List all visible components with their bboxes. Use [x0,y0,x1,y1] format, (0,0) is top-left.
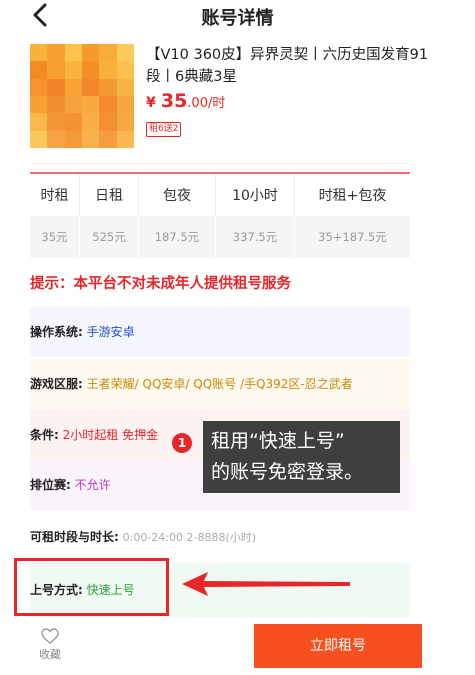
annotation-tooltip: 租用“快速上号” 的账号免密登录。 [203,421,400,493]
top-bar: 账号详情 [0,0,475,36]
rate-value-hourly: 35元 [30,216,80,258]
rate-header-hourly-plus-overnight: 时租+包夜 [294,174,410,216]
rate-header-daily: 日租 [79,174,140,216]
zone-value: 王者荣耀/ QQ安卓/ QQ账号 /手Q392区-忍之武者 [86,377,353,391]
product-summary: 【V10 360皮】异界灵契丨六历史国发育91段丨6典藏3星 ¥ 35.00/时… [30,44,440,156]
favorite-button[interactable]: 收藏 [30,628,70,662]
bottom-action-bar: 收藏 立即租号 [0,622,475,675]
rental-period-value: 0:00-24:00 2-8888(小时) [122,531,257,544]
heart-icon [41,628,59,644]
info-row-zone: 游戏区服: 王者荣耀/ QQ安卓/ QQ账号 /手Q392区-忍之武者 [30,359,410,409]
tooltip-line-1: 租用“快速上号” [211,430,345,452]
rate-value-overnight: 187.5元 [138,216,216,258]
rate-value-10h: 337.5元 [215,216,296,258]
info-row-os: 操作系统: 手游安卓 [30,307,410,357]
rental-period-label: 可租时段与时长: [30,530,119,544]
price-value: 35 [160,90,188,112]
rate-table-header-row: 时租 日租 包夜 10小时 时租+包夜 [30,174,410,216]
divider [30,163,410,164]
rent-now-button[interactable]: 立即租号 [254,624,422,668]
conditions-label: 条件: [30,428,59,442]
conditions-value: 2小时起租 免押金 [62,428,159,442]
promo-tag: 租6送2 [146,122,182,137]
info-row-rental-period: 可租时段与时长: 0:00-24:00 2-8888(小时) [30,512,410,562]
tooltip-line-2: 的账号免密登录。 [211,461,364,483]
zone-label: 游戏区服: [30,377,83,391]
rate-value-hourly-plus-overnight: 35+187.5元 [294,216,410,258]
step-number-badge: 1 [172,433,192,453]
rate-header-10h: 10小时 [215,174,296,216]
arrow-left-icon [182,572,350,596]
product-title: 【V10 360皮】异界灵契丨六历史国发育91段丨6典藏3星 [146,47,429,85]
login-method-highlight-box [14,558,169,616]
rate-header-hourly: 时租 [30,174,80,216]
rate-header-overnight: 包夜 [138,174,216,216]
ranked-label: 排位赛: [30,478,71,492]
product-price: ¥ 35.00/时 [146,90,225,112]
rate-value-daily: 525元 [79,216,140,258]
favorite-label: 收藏 [39,648,61,661]
ranked-value: 不允许 [74,478,111,492]
page-title: 账号详情 [201,8,274,29]
price-unit: /时 [207,96,226,111]
rate-table: 时租 日租 包夜 10小时 时租+包夜 35元 525元 187.5元 337.… [30,174,410,258]
os-label: 操作系统: [30,325,83,339]
os-value: 手游安卓 [86,325,135,339]
product-thumbnail-blurred[interactable] [30,44,134,148]
price-decimal: .00 [187,96,208,111]
minor-notice: 提示：本平台不对未成年人提供租号服务 [30,276,291,292]
price-currency: ¥ [146,95,156,111]
rate-table-value-row: 35元 525元 187.5元 337.5元 35+187.5元 [30,216,410,258]
